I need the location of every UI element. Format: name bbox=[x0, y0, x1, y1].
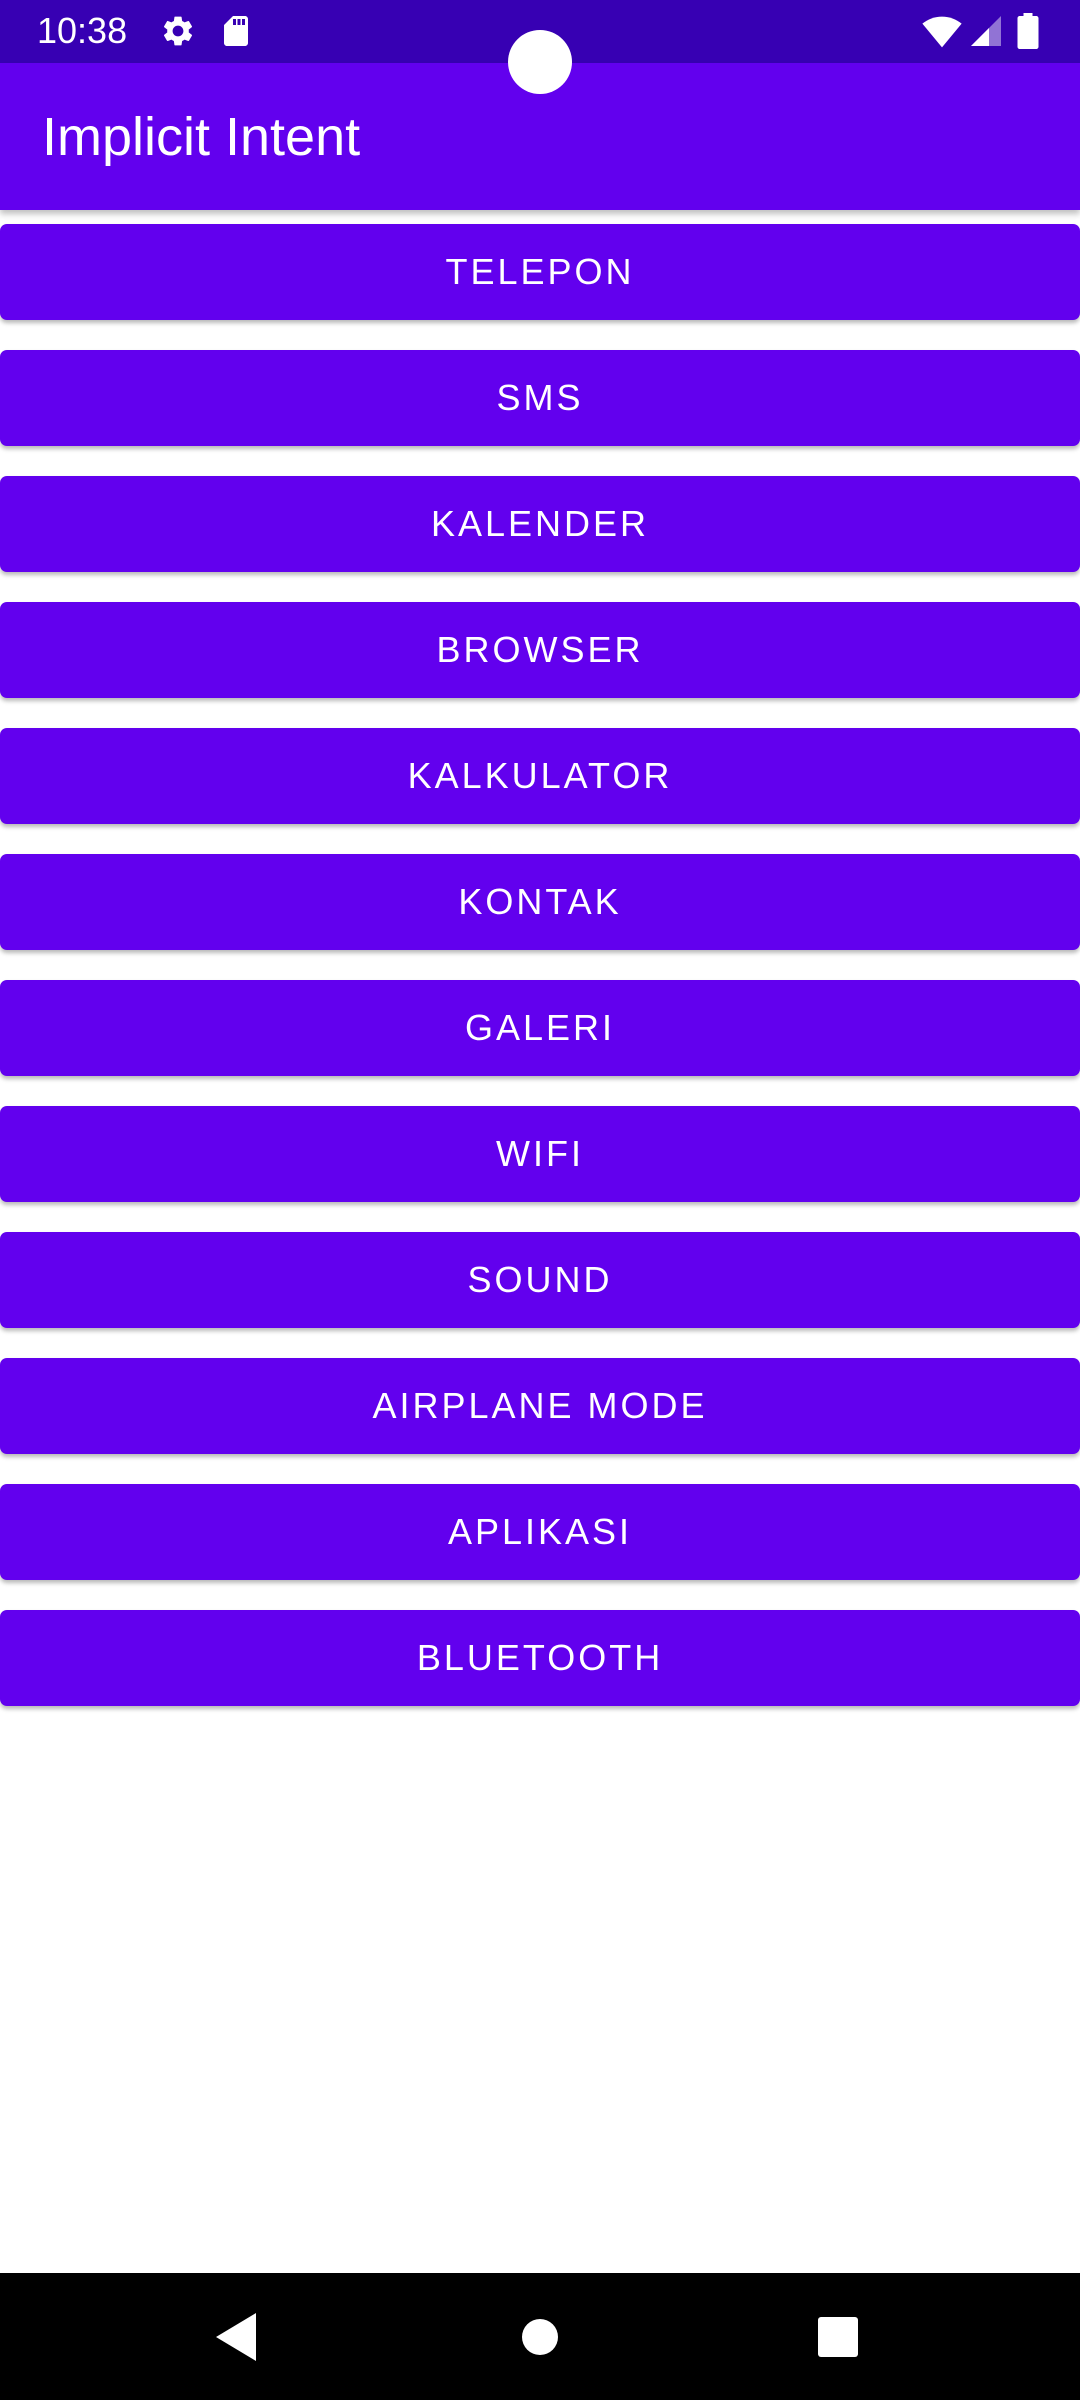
recents-icon[interactable] bbox=[802, 2301, 874, 2373]
kontak-button[interactable]: KONTAK bbox=[0, 854, 1080, 950]
home-icon[interactable] bbox=[504, 2301, 576, 2373]
status-time: 10:38 bbox=[37, 10, 128, 51]
screen: 10:38 Implicit Intent TELEPON SMS KALEND… bbox=[0, 0, 1080, 2400]
airplane-mode-button[interactable]: AIRPLANE MODE bbox=[0, 1358, 1080, 1454]
sd-card-icon bbox=[218, 13, 254, 49]
wifi-icon bbox=[922, 13, 962, 49]
app-title: Implicit Intent bbox=[42, 107, 361, 167]
battery-icon bbox=[1016, 13, 1044, 49]
bluetooth-button[interactable]: BLUETOOTH bbox=[0, 1610, 1080, 1706]
kalender-button[interactable]: KALENDER bbox=[0, 476, 1080, 572]
wifi-button[interactable]: WIFI bbox=[0, 1106, 1080, 1202]
kalkulator-button[interactable]: KALKULATOR bbox=[0, 728, 1080, 824]
button-list: TELEPON SMS KALENDER BROWSER KALKULATOR … bbox=[0, 224, 1080, 1736]
back-icon[interactable] bbox=[202, 2301, 274, 2373]
camera-cutout bbox=[508, 30, 572, 94]
sound-button[interactable]: SOUND bbox=[0, 1232, 1080, 1328]
aplikasi-button[interactable]: APLIKASI bbox=[0, 1484, 1080, 1580]
gear-icon bbox=[160, 13, 196, 49]
sms-button[interactable]: SMS bbox=[0, 350, 1080, 446]
galeri-button[interactable]: GALERI bbox=[0, 980, 1080, 1076]
telepon-button[interactable]: TELEPON bbox=[0, 224, 1080, 320]
browser-button[interactable]: BROWSER bbox=[0, 602, 1080, 698]
navigation-bar bbox=[0, 2273, 1080, 2400]
cellular-signal-icon bbox=[968, 13, 1004, 49]
